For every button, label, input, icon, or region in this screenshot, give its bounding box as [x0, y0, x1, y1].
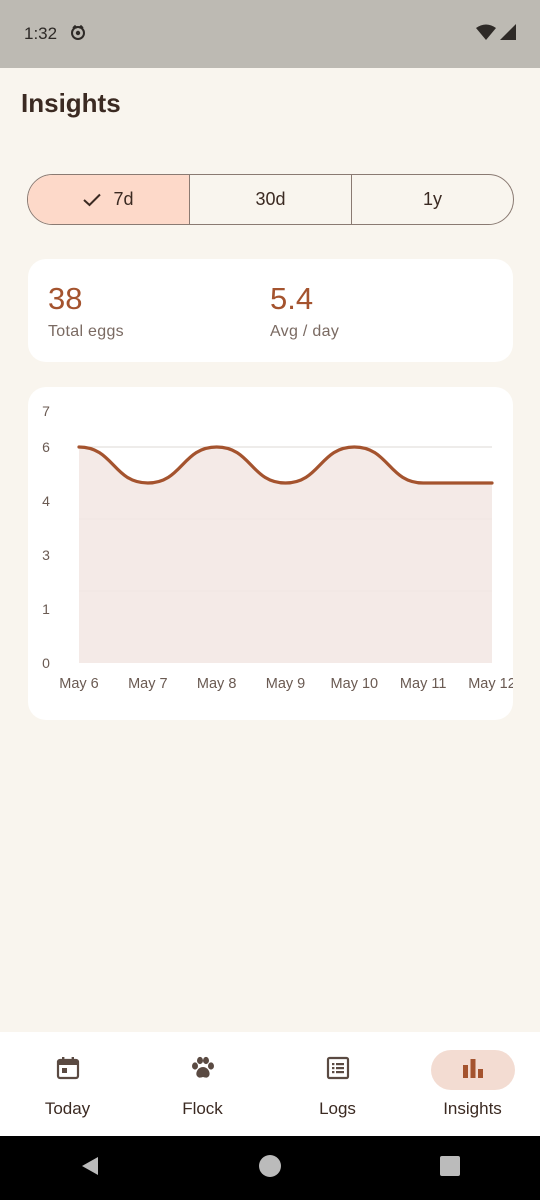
x-tick-label: May 9 — [266, 676, 306, 692]
avg-per-day-stat: 5.4 Avg / day — [270, 281, 339, 341]
bottom-nav: Today Flock Logs Insights — [0, 1032, 540, 1136]
x-tick-label: May 11 — [400, 676, 446, 692]
nav-item-insights[interactable]: Insights — [405, 1032, 540, 1136]
range-option-7d[interactable]: 7d — [28, 175, 189, 224]
total-eggs-label: Total eggs — [48, 323, 124, 340]
range-option-label: 1y — [422, 189, 442, 209]
notification-icon — [69, 23, 87, 46]
nav-item-pill — [26, 1050, 110, 1090]
y-tick-label: 1 — [42, 601, 50, 617]
chart-card: 0 1 3 4 6 7 May 6 May 7 May 8 May 9 May 10 May 11 Ma… — [28, 387, 513, 720]
range-option-label: 7d — [113, 189, 134, 209]
bar-chart-icon — [461, 1056, 485, 1085]
nav-item-label: Insights — [443, 1099, 502, 1118]
calendar-icon — [55, 1055, 81, 1086]
range-option-label: 30d — [255, 189, 286, 209]
home-icon — [258, 1154, 282, 1183]
range-selector: 7d 30d 1y — [27, 174, 514, 225]
egg-production-chart: 0 1 3 4 6 7 May 6 May 7 May 8 May 9 May 10 May 11 Ma… — [42, 403, 513, 692]
x-tick-label: May 8 — [197, 676, 237, 692]
chart-series-line — [77, 445, 494, 485]
system-nav-bar — [0, 1136, 540, 1200]
nav-item-pill — [161, 1050, 245, 1090]
paw-icon — [189, 1054, 217, 1087]
avg-per-day-value: 5.4 — [270, 281, 314, 316]
x-tick-label: May 7 — [128, 676, 168, 692]
x-tick-label: May 12 — [468, 676, 513, 692]
chart-area-fill — [79, 447, 492, 663]
page-title: Insights — [21, 88, 121, 118]
home-button[interactable] — [240, 1148, 300, 1188]
wifi-icon — [476, 24, 496, 45]
range-option-1y[interactable]: 1y — [351, 175, 513, 224]
stats-card: 38 Total eggs 5.4 Avg / day — [28, 259, 513, 362]
back-button[interactable] — [60, 1148, 120, 1188]
nav-item-pill — [430, 1050, 515, 1090]
x-tick-label: May 10 — [331, 676, 379, 692]
y-tick-label: 0 — [42, 655, 50, 671]
total-eggs-value: 38 — [48, 281, 83, 316]
x-tick-label: May 6 — [59, 676, 99, 692]
signal-icon — [500, 23, 516, 45]
nav-item-label: Logs — [319, 1099, 356, 1118]
nav-item-today[interactable]: Today — [0, 1032, 135, 1136]
y-tick-label: 6 — [42, 439, 50, 455]
nav-item-logs[interactable]: Logs — [270, 1032, 405, 1136]
recents-icon — [439, 1155, 461, 1182]
y-tick-label: 4 — [42, 493, 50, 509]
range-option-30d[interactable]: 30d — [189, 175, 351, 224]
nav-item-label: Today — [44, 1099, 91, 1118]
back-icon — [79, 1155, 101, 1182]
status-time: 1:32 — [24, 24, 58, 43]
y-tick-label: 7 — [42, 403, 50, 419]
recents-button[interactable] — [420, 1148, 480, 1188]
check-icon — [83, 193, 102, 207]
y-tick-label: 3 — [42, 547, 50, 563]
nav-item-flock[interactable]: Flock — [135, 1032, 270, 1136]
avg-per-day-label: Avg / day — [270, 323, 340, 340]
nav-item-label: Flock — [182, 1099, 223, 1118]
total-eggs-stat: 38 Total eggs — [48, 281, 124, 341]
status-bar: 1:32 — [0, 0, 540, 68]
nav-item-pill — [296, 1050, 380, 1090]
list-icon — [325, 1055, 351, 1086]
